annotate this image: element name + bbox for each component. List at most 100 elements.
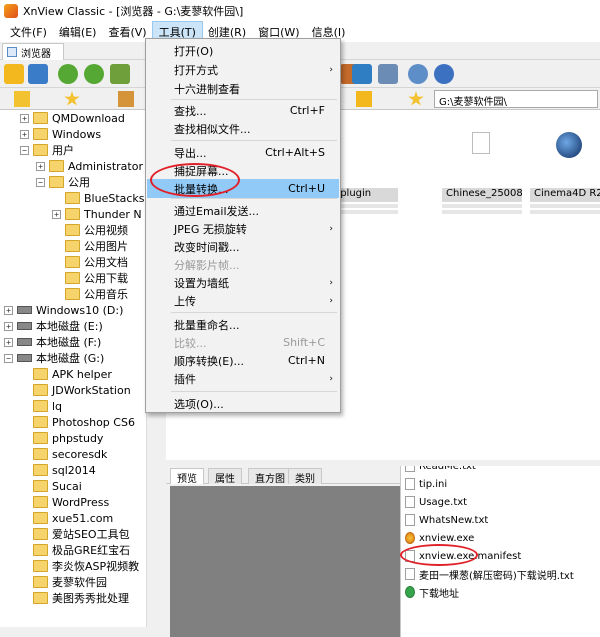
tree-node[interactable]: 极品GRE红宝石: [20, 542, 130, 558]
tree-node-label: 用户: [52, 144, 74, 157]
expand-icon[interactable]: +: [4, 305, 13, 315]
menu-item[interactable]: 插件 ›: [147, 369, 339, 388]
export-icon[interactable]: [352, 64, 372, 84]
menu-item-label: 批量重命名...: [174, 318, 240, 332]
info-icon[interactable]: [434, 64, 454, 84]
tree-node[interactable]: 公用音乐: [52, 286, 128, 302]
menu-item[interactable]: 通过Email发送...: [147, 201, 339, 220]
expand-icon[interactable]: +: [52, 209, 61, 219]
file-list-item[interactable]: 下载地址: [405, 584, 459, 600]
tree-node[interactable]: sql2014: [20, 462, 96, 478]
tree-node[interactable]: 李炎恢ASP视频教: [20, 558, 139, 574]
file-list-item[interactable]: Usage.txt: [405, 494, 467, 510]
tree-node[interactable]: − 公用: [36, 174, 90, 190]
fullscreen-icon[interactable]: [28, 64, 48, 84]
tree-node[interactable]: + 本地磁盘 (E:): [4, 318, 103, 334]
tree-node[interactable]: Photoshop CS6: [20, 414, 135, 430]
tree-node[interactable]: + 本地磁盘 (F:): [4, 334, 101, 350]
collapse-icon[interactable]: −: [36, 177, 45, 187]
menu-item[interactable]: 查找相似文件...: [147, 119, 339, 138]
favorites-icon[interactable]: [64, 91, 80, 106]
menu-item[interactable]: 选项(O)...: [147, 394, 339, 413]
tree-node[interactable]: phpstudy: [20, 430, 103, 446]
expand-icon[interactable]: +: [4, 337, 13, 347]
tree-node[interactable]: + QMDownload: [20, 110, 125, 126]
browse-icon[interactable]: [4, 64, 24, 84]
expand-icon[interactable]: +: [36, 161, 45, 171]
folder-icon: [33, 368, 48, 380]
tab-category[interactable]: 类别: [288, 468, 322, 485]
grid-icon[interactable]: [378, 64, 398, 84]
tree-node[interactable]: BlueStacks: [52, 190, 145, 206]
menu-item[interactable]: 打开(O): [147, 41, 339, 60]
menu-item[interactable]: 十六进制查看: [147, 79, 339, 98]
tree-node[interactable]: 麦蓼软件园: [20, 574, 107, 590]
tree-node[interactable]: JDWorkStation: [20, 382, 131, 398]
filter-icon[interactable]: [356, 91, 372, 107]
file-icon: [405, 496, 415, 508]
menu-item[interactable]: JPEG 无损旋转 ›: [147, 219, 339, 238]
menu-item[interactable]: 上传 ›: [147, 291, 339, 310]
tree-node[interactable]: − 本地磁盘 (G:): [4, 350, 104, 366]
expand-icon[interactable]: +: [20, 113, 29, 123]
menu-file[interactable]: 文件(F): [4, 22, 53, 42]
tree-node[interactable]: 公用图片: [52, 238, 128, 254]
tree-node[interactable]: + Thunder N: [52, 206, 142, 222]
collapse-icon[interactable]: −: [20, 145, 29, 155]
tree-node[interactable]: APK helper: [20, 366, 112, 382]
image-icon[interactable]: [110, 64, 130, 84]
tree-node-label: Windows10 (D:): [36, 303, 124, 317]
menu-edit[interactable]: 编辑(E): [53, 22, 103, 42]
menu-item[interactable]: 批量重命名...: [147, 315, 339, 334]
tree-node[interactable]: xue51.com: [20, 510, 113, 526]
tree-node[interactable]: − 用户: [20, 142, 74, 158]
file-list-item[interactable]: WhatsNew.txt: [405, 512, 488, 528]
tab-properties[interactable]: 属性: [208, 468, 242, 485]
menu-item[interactable]: 改变时间戳...: [147, 237, 339, 256]
file-list-item[interactable]: tip.ini: [405, 476, 447, 492]
address-field[interactable]: G:\麦蓼软件园\: [434, 90, 598, 108]
menu-item-label: 插件: [174, 372, 196, 386]
expand-icon[interactable]: +: [4, 321, 13, 331]
refresh-icon[interactable]: [58, 64, 78, 84]
tree-node[interactable]: WordPress: [20, 494, 109, 510]
bookmark-star-icon[interactable]: [408, 91, 424, 106]
expand-icon[interactable]: +: [20, 129, 29, 139]
folder-icon: [33, 480, 48, 492]
menu-item[interactable]: 导出... Ctrl+Alt+S: [147, 143, 339, 162]
tab-preview[interactable]: 预览: [170, 468, 204, 485]
menu-item[interactable]: 查找... Ctrl+F: [147, 101, 339, 120]
tree-node-label: Thunder N: [84, 207, 142, 221]
tree-node[interactable]: Sucai: [20, 478, 82, 494]
folder-icon: [33, 576, 48, 588]
folder-icon: [65, 192, 80, 204]
folder-tab-icon[interactable]: [14, 91, 30, 107]
tab-browser[interactable]: 浏览器: [2, 43, 64, 60]
tree-node[interactable]: 爱站SEO工具包: [20, 526, 130, 542]
menu-item-label: 查找相似文件...: [174, 122, 251, 136]
tree-node[interactable]: + Windows: [20, 126, 101, 142]
tree-node[interactable]: + Administrator: [36, 158, 143, 174]
menu-item[interactable]: 顺序转换(E)... Ctrl+N: [147, 351, 339, 370]
tree-node[interactable]: secoresdk: [20, 446, 107, 462]
menu-item-shortcut: Shift+C: [283, 336, 325, 349]
file-list-item[interactable]: ReadMe.txt: [405, 466, 476, 474]
tree-node[interactable]: 公用视频: [52, 222, 128, 238]
tree-node[interactable]: 公用文档: [52, 254, 128, 270]
tree-node[interactable]: + Windows10 (D:): [4, 302, 123, 318]
forward-icon[interactable]: [84, 64, 104, 84]
tree-node[interactable]: lq: [20, 398, 62, 414]
collapse-icon[interactable]: −: [4, 353, 13, 363]
settings-icon[interactable]: [408, 64, 428, 84]
menu-item[interactable]: 打开方式 ›: [147, 60, 339, 79]
tree-node[interactable]: 公用下载: [52, 270, 128, 286]
tree-node-label: 本地磁盘 (E:): [36, 320, 103, 333]
tab-histogram[interactable]: 直方图: [248, 468, 292, 485]
category-icon[interactable]: [118, 91, 134, 107]
menu-item[interactable]: 设置为墙纸 ›: [147, 273, 339, 292]
file-list-item[interactable]: 麦田一棵葱(解压密码)下载说明.txt: [405, 566, 574, 582]
preview-panel: 预览 属性 直方图 类别: [166, 466, 400, 637]
tree-node[interactable]: 美图秀秀批处理: [20, 590, 129, 606]
file-icon: [405, 514, 415, 526]
folder-icon: [33, 496, 48, 508]
